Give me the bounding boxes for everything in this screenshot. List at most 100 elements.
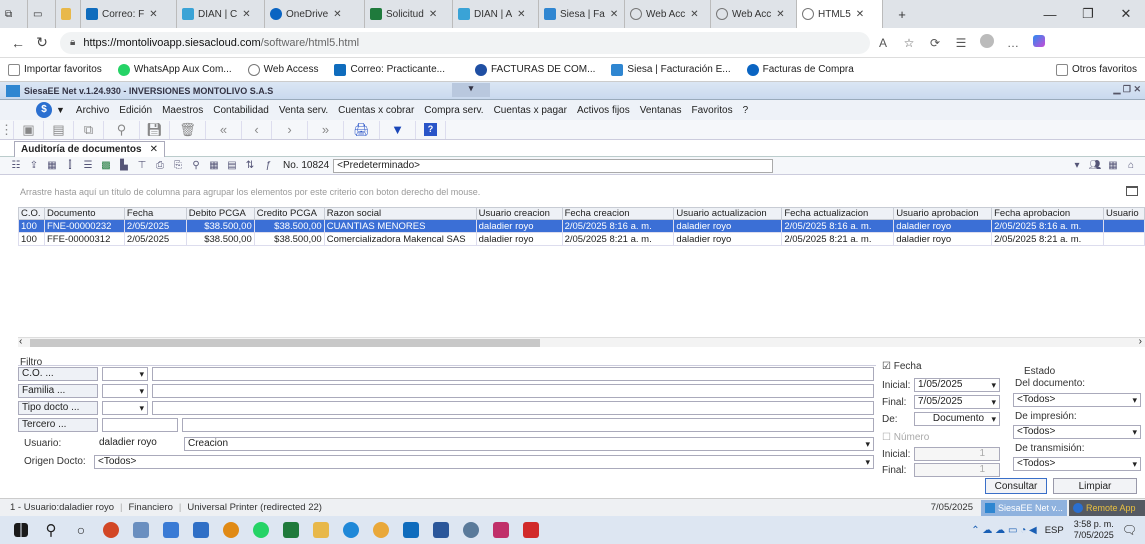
fav-other[interactable]: Otros favoritos — [1048, 63, 1145, 76]
save-icon[interactable]: 💾︎ — [140, 120, 170, 139]
fecha-inicial-select[interactable]: 1/05/2025 — [914, 378, 1000, 392]
word-icon[interactable] — [426, 518, 456, 542]
de-select[interactable]: Documento — [914, 412, 1000, 426]
tab-dian-2[interactable]: DIAN | A ✕ — [453, 0, 539, 28]
close-window-icon[interactable]: ✕ — [1107, 6, 1145, 22]
cell-credito[interactable]: $38.500,00 — [253, 219, 325, 233]
tercero-input[interactable] — [102, 418, 178, 432]
star-icon[interactable]: ☆ — [896, 36, 922, 50]
back-icon[interactable]: ← — [6, 35, 30, 51]
clock[interactable]: 3:58 p. m. 7/05/2025 — [1074, 519, 1114, 541]
menu-compra-serv[interactable]: Compra serv. — [419, 105, 488, 116]
search-icon[interactable]: ⚲ — [36, 518, 66, 542]
copilot-icon[interactable] — [1026, 35, 1052, 50]
col-fecha-creacion[interactable]: Fecha creacion — [561, 207, 675, 220]
close-icon[interactable]: ✕ — [517, 9, 525, 20]
cell-debito[interactable]: $38.500,00 — [185, 232, 255, 246]
scrollbar-thumb[interactable] — [30, 339, 540, 347]
calendar-icon[interactable]: ▦ — [206, 160, 222, 171]
col-usuario-creacion[interactable]: Usuario creacion — [475, 207, 563, 220]
col-documento[interactable]: Documento — [43, 207, 125, 220]
file-explorer-icon[interactable] — [306, 518, 336, 542]
col-razon-social[interactable]: Razon social — [323, 207, 477, 220]
usuario-input[interactable]: daladier royo — [96, 437, 184, 451]
calendar-icon[interactable] — [186, 518, 216, 542]
cell-usuario[interactable] — [1102, 219, 1145, 233]
numero-checkbox[interactable]: ☐ Número — [882, 432, 929, 443]
collapse-icon[interactable]: ▾ — [452, 83, 490, 97]
tab-webaccess-1[interactable]: Web Acc ✕ — [625, 0, 711, 28]
chevron-down-icon[interactable]: ▾ — [1069, 160, 1085, 171]
app-task-button[interactable]: SiesaEE Net v... — [981, 499, 1067, 516]
transmision-select[interactable]: <Todos> — [1013, 457, 1141, 471]
last-record-icon[interactable]: » — [308, 120, 344, 139]
close-icon[interactable]: ✕ — [690, 9, 698, 20]
cell-credito[interactable]: $38.500,00 — [253, 232, 325, 246]
tab-sidebar-icon[interactable]: ▭ — [28, 0, 56, 28]
users-icon[interactable]: 👥︎ — [1087, 160, 1103, 171]
fecha-final-select[interactable]: 7/05/2025 — [914, 395, 1000, 409]
cell-usuario-aprobacion[interactable]: daladier royo — [893, 219, 993, 233]
cell-fecha-creacion[interactable]: 2/05/2025 8:16 a. m. — [561, 219, 675, 233]
new-tab-button[interactable]: + — [883, 7, 921, 22]
table-icon[interactable]: ▦ — [44, 160, 60, 171]
export-icon[interactable]: ⇪ — [26, 160, 42, 171]
chevron-down-icon[interactable]: ▼ — [56, 105, 65, 115]
tercero-button[interactable]: Tercero ... — [18, 418, 98, 432]
filter-icon[interactable]: ⊤ — [134, 160, 150, 171]
cell-fecha-actualizacion[interactable]: 2/05/2025 8:21 a. m. — [781, 232, 895, 246]
fecha-checkbox[interactable]: ☑ Fecha — [882, 361, 922, 372]
tab-dian-1[interactable]: DIAN | C ✕ — [177, 0, 265, 28]
fav-whatsapp[interactable]: WhatsApp Aux Com... — [110, 63, 240, 76]
notifications-icon[interactable]: 🗨︎ — [1122, 523, 1137, 537]
outlook-icon[interactable] — [396, 518, 426, 542]
menu-help[interactable]: ? — [738, 105, 754, 116]
windows-start-icon[interactable] — [6, 518, 36, 542]
cell-usuario-aprobacion[interactable]: daladier royo — [893, 232, 993, 246]
cell-co[interactable]: 100 — [18, 219, 45, 233]
close-icon[interactable]: ✕ — [242, 9, 250, 20]
chrome-icon[interactable] — [366, 518, 396, 542]
tab-solicitud[interactable]: Solicitud ✕ — [365, 0, 453, 28]
fav-webaccess[interactable]: Web Access — [240, 63, 327, 76]
siesa-menu-icon[interactable]: $ — [36, 102, 52, 118]
col-usuario[interactable]: Usuario — [1102, 207, 1145, 220]
tab-pinned-icon[interactable] — [56, 0, 81, 28]
col-credito[interactable]: Credito PCGA — [253, 207, 325, 220]
menu-cuentas-pagar[interactable]: Cuentas x pagar — [489, 105, 572, 116]
acrobat-icon[interactable] — [516, 518, 546, 542]
menu-ventanas[interactable]: Ventanas — [635, 105, 687, 116]
col-debito[interactable]: Debito PCGA — [185, 207, 255, 220]
menu-cuentas-cobrar[interactable]: Cuentas x cobrar — [333, 105, 419, 116]
cell-debito[interactable]: $38.500,00 — [185, 219, 255, 233]
tab-siesa[interactable]: Siesa | Fa ✕ — [539, 0, 625, 28]
print-icon[interactable]: ⎙ — [152, 160, 168, 171]
fav-import[interactable]: Importar favoritos — [0, 63, 110, 76]
copy-doc-icon[interactable]: ⧉ — [74, 120, 104, 139]
profile-avatar[interactable] — [974, 34, 1000, 51]
cell-usuario[interactable] — [1102, 232, 1145, 246]
menu-archivo[interactable]: Archivo — [71, 105, 114, 116]
close-icon[interactable]: ✕ — [429, 9, 437, 20]
fav-facturas[interactable]: FACTURAS DE COM... — [467, 63, 603, 76]
tipo-docto-select[interactable] — [102, 401, 148, 415]
minimize-icon[interactable]: — — [1031, 7, 1069, 22]
col-usuario-aprobacion[interactable]: Usuario aprobacion — [893, 207, 993, 220]
impresion-select[interactable]: <Todos> — [1013, 425, 1141, 439]
fav-correo[interactable]: Correo: Practicante... — [326, 63, 452, 76]
prev-record-icon[interactable]: ‹ — [242, 120, 272, 139]
close-icon[interactable]: ✕ — [333, 9, 341, 20]
extensions-icon[interactable]: ⟳ — [922, 36, 948, 50]
edit-doc-icon[interactable]: ▤ — [44, 120, 74, 139]
col-fecha-aprobacion[interactable]: Fecha aprobacion — [991, 207, 1104, 220]
app-window-controls[interactable]: ▁ ❐ ✕ — [1113, 84, 1141, 95]
tab-actions-icon[interactable]: ⧉ — [0, 0, 28, 28]
edge-icon[interactable] — [336, 518, 366, 542]
consultar-button[interactable]: Consultar — [985, 478, 1047, 494]
layout-select[interactable]: <Predeterminado> — [333, 158, 774, 173]
calendar-icon[interactable]: ▦ — [1105, 160, 1121, 171]
tab-correo[interactable]: Correo: F ✕ — [81, 0, 177, 28]
horizontal-scrollbar[interactable]: ‹ › — [18, 336, 1145, 347]
tipo-docto-button[interactable]: Tipo docto ... — [18, 401, 98, 415]
cell-fecha-aprobacion[interactable]: 2/05/2025 8:21 a. m. — [991, 232, 1104, 246]
